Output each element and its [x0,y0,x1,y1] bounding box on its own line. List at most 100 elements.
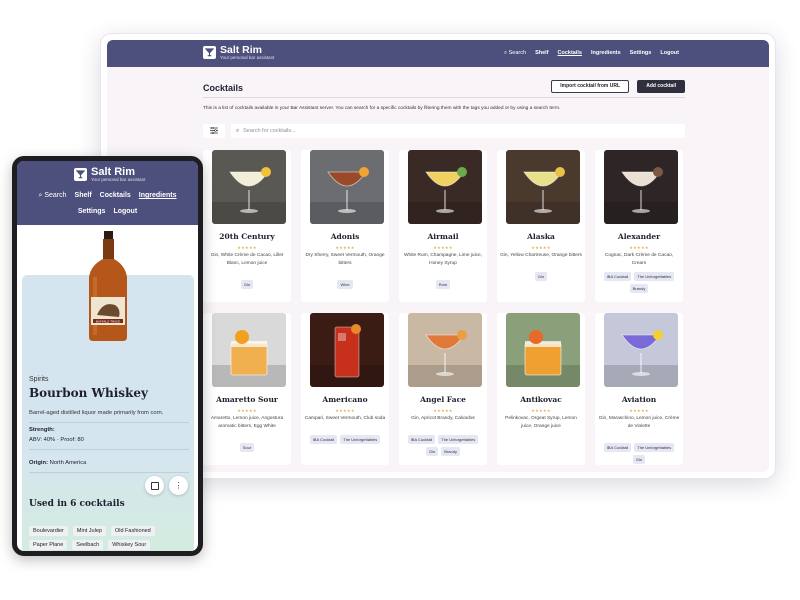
cocktail-image [408,150,482,224]
cocktail-glass-icon [74,168,87,181]
cocktail-name: Amaretto Sour [216,395,278,404]
cocktail-chip[interactable]: Seelbach [72,540,104,550]
cocktail-glass-icon [203,46,216,59]
mobile-menu-row-2: Settings Logout [17,208,198,215]
cocktail-image [212,313,286,387]
nav-shelf[interactable]: Shelf [75,192,92,200]
tag-badge[interactable]: Gin [426,447,439,456]
cocktail-tags: IBA Cocktail The Unforgettables Gin Brandy [401,435,485,456]
cocktail-name: Airmail [427,232,459,241]
tag-badge[interactable]: Brandy [441,447,460,456]
nav-search[interactable]: ⌕ Search [504,50,526,57]
rating-stars: ★★★★★ [531,408,551,413]
rating-stars: ★★★★★ [629,408,649,413]
origin-label: Origin: [29,460,48,466]
tag-badge[interactable]: The Unforgettables [634,272,675,281]
cocktail-name: Alexander [617,232,661,241]
cocktail-chip[interactable]: Mint Julep [72,526,106,536]
search-icon: ⌕ [236,127,240,134]
more-vertical-icon: ⋮ [174,481,183,490]
rating-stars: ★★★★★ [335,408,355,413]
cocktail-ingredients: Gin, White Crème de Cacao, Lillet Blanc,… [210,253,284,266]
cocktail-chip[interactable]: Old Fashioned [110,526,155,536]
cocktail-card[interactable]: Adonis ★★★★★ Dry Sherry, Sweet Vermouth, O… [301,150,389,302]
cocktail-card[interactable]: Amaretto Sour ★★★★★ Amaretto, Lemon juice,… [203,313,291,465]
rating-stars: ★★★★★ [335,245,355,250]
divider [29,422,189,423]
cocktail-tags: IBA Cocktail The Unforgettables [303,435,387,444]
nav-cocktails[interactable]: Cocktails [558,50,582,57]
cocktail-ingredients: Gin, Maraschino, Lemon juice, Crème de V… [598,416,680,429]
import-cocktail-button[interactable]: Import cocktail from URL [551,80,629,93]
cocktail-name: Angel Face [420,395,466,404]
tag-badge[interactable]: IBA Cocktail [603,443,632,452]
cocktail-name: Americano [322,395,368,404]
select-button[interactable] [145,476,164,495]
bottle-label-text: BUFFALO TRACE [96,320,120,324]
nav-settings[interactable]: Settings [630,50,652,57]
ingredient-category: Spirits [29,376,49,383]
cocktail-card[interactable]: Alexander ★★★★★ Cognac, Dark Crème de Caca… [595,150,683,302]
cocktail-name: Aviation [621,395,657,404]
nav-cocktails[interactable]: Cocktails [100,192,131,200]
tag-badge[interactable]: IBA Cocktail [407,435,436,444]
cocktail-name: 20th Century [219,232,275,241]
strength-label: Strength: [29,427,55,433]
rating-stars: ★★★★★ [433,408,453,413]
brand-name: Salt Rim [220,44,263,56]
brand-logo[interactable]: Salt Rim Your personal bar assistant [203,45,274,60]
cocktail-image [604,150,678,224]
cocktail-tags: IBA Cocktail The Unforgettables Brandy [597,272,681,293]
nav-shelf[interactable]: Shelf [535,50,548,57]
cocktail-chip[interactable]: Boulevardier [29,526,68,536]
nav-settings[interactable]: Settings [78,208,106,215]
cocktail-ingredients: White Rum, Champagne, Lime juice, Honey … [403,253,483,266]
tag-badge[interactable]: The Unforgettables [634,443,675,452]
tag-badge[interactable]: IBA Cocktail [309,435,338,444]
cocktail-ingredients: Gin, Yellow Chartreuse, Orange bitters [500,253,582,258]
brand-logo[interactable]: Salt Rim Your personal bar assistant [74,167,145,182]
cocktail-image [408,313,482,387]
search-icon: ⌕ [504,50,508,56]
tag-badge[interactable]: Rum [435,280,451,289]
tag-badge[interactable]: The Unforgettables [340,435,381,444]
ingredient-description: Barrel-aged distilled liquor made primar… [29,410,164,416]
cocktail-card[interactable]: Aviation ★★★★★ Gin, Maraschino, Lemon juic… [595,313,683,465]
cocktail-ingredients: Pelinkovac, Orgeat Syrup, Lemon juice, O… [505,416,577,429]
tag-badge[interactable]: Sour [239,443,255,452]
nav-ingredients[interactable]: Ingredients [139,192,177,200]
origin-row: Origin: North America [29,460,86,466]
nav-ingredients[interactable]: Ingredients [591,50,621,57]
nav-search[interactable]: ⌕ Search [38,192,66,200]
nav-logout[interactable]: Logout [113,208,137,215]
cocktail-ingredients: Amaretto, Lemon juice, Angostura aromati… [210,416,284,429]
tag-badge[interactable]: The Unforgettables [438,435,479,444]
cocktail-chip[interactable]: Paper Plane [29,540,68,550]
used-in-title: Used in 6 cocktails [29,499,125,509]
cocktail-card[interactable]: Americano ★★★★★ Campari, Sweet Vermouth, C… [301,313,389,465]
more-options-button[interactable]: ⋮ [169,476,188,495]
search-input[interactable]: ⌕ Search for cocktails... [231,124,685,138]
cocktail-card[interactable]: 20th Century ★★★★★ Gin, White Crème de Cac… [203,150,291,302]
cocktail-tags: Gin [205,280,289,289]
tag-badge[interactable]: Gin [240,280,254,289]
nav-logout[interactable]: Logout [660,50,679,57]
tag-badge[interactable]: IBA Cocktail [603,272,632,281]
tag-badge[interactable]: Gin [632,455,646,464]
mobile-device: Salt Rim Your personal bar assistant ⌕ S… [12,156,203,556]
cocktail-card[interactable]: Angel Face ★★★★★ Gin, Apricot Brandy, Calv… [399,313,487,465]
tag-badge[interactable]: Gin [534,272,548,281]
cocktail-card[interactable]: Antikovac ★★★★★ Pelinkovac, Orgeat Syrup, … [497,313,585,465]
cocktail-card[interactable]: Airmail ★★★★★ White Rum, Champagne, Lime j… [399,150,487,302]
main-menu: ⌕ Search Shelf Cocktails Ingredients Set… [504,50,679,57]
tag-badge[interactable]: Wine [337,280,353,289]
cocktail-ingredients: Gin, Apricot Brandy, Calvados [411,416,475,421]
cocktail-chip-list: Boulevardier Mint Julep Old Fashioned Paper… [29,526,194,550]
divider [29,449,189,450]
cocktail-name: Antikovac [520,395,562,404]
add-cocktail-button[interactable]: Add cocktail [637,80,685,93]
tag-badge[interactable]: Brandy [629,284,649,293]
filter-button[interactable] [203,124,225,138]
cocktail-card[interactable]: Alaska ★★★★★ Gin, Yellow Chartreuse, Orang… [497,150,585,302]
cocktail-chip[interactable]: Whiskey Sour [108,540,151,550]
